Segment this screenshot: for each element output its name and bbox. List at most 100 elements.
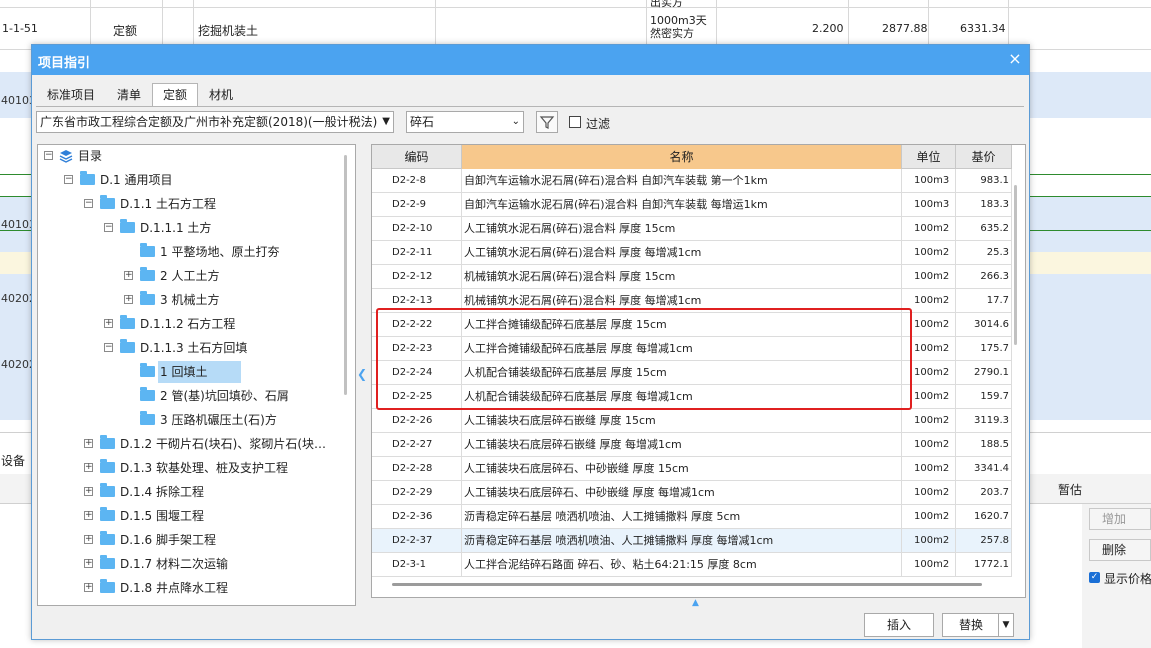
folder-icon <box>100 579 115 593</box>
table-row[interactable]: D2-2-28 人工铺装块石底层碎石、中砂嵌缝 厚度 15cm 100m2 3341.… <box>372 457 1012 481</box>
expand-icon[interactable]: + <box>84 535 93 544</box>
cell-code: D2-2-10 <box>372 217 462 241</box>
cell-name: 沥青稳定碎石基层 喷洒机喷油、人工摊铺撒料 厚度 每增减1cm <box>462 529 902 553</box>
bg-top-row: 出实方 <box>0 0 1151 9</box>
bg-row1-name: 挖掘机装土 <box>198 24 259 38</box>
folder-icon <box>140 267 155 281</box>
cell-name: 人工铺筑水泥石屑(碎石)混合料 厚度 每增减1cm <box>462 241 902 265</box>
tab-quota[interactable]: 定额 <box>152 83 199 107</box>
expand-icon[interactable]: + <box>84 439 93 448</box>
folder-icon <box>100 459 115 473</box>
bg-add-button[interactable]: 增加 <box>1089 508 1151 530</box>
expand-bottom-icon[interactable]: ▲ <box>692 598 699 608</box>
folder-icon <box>120 339 135 353</box>
dialog-titlebar[interactable]: 项目指引 × <box>32 45 1029 75</box>
expand-icon[interactable]: + <box>84 583 93 592</box>
filter-toolbar: 广东省市政工程综合定额及广州市补充定额(2018)(一般计税法) ▼ 碎石 ⌄ … <box>36 111 1024 135</box>
bg-row1-price: 2877.88 <box>882 22 928 35</box>
folder-icon <box>140 243 155 257</box>
collapse-panel-icon[interactable]: ❮ <box>356 367 368 381</box>
table-row[interactable]: D2-2-27 人工铺装块石底层碎石嵌缝 厚度 每增减1cm 100m2 188.5 <box>372 433 1012 457</box>
quota-library-select[interactable]: 广东省市政工程综合定额及广州市补充定额(2018)(一般计税法) ▼ <box>36 111 394 133</box>
expand-icon[interactable]: + <box>84 559 93 568</box>
expand-icon[interactable]: + <box>84 463 93 472</box>
collapse-icon[interactable]: − <box>84 199 93 208</box>
folder-icon <box>100 435 115 449</box>
col-header-price[interactable]: 基价 <box>956 145 1012 169</box>
cell-code: D2-2-22 <box>372 313 462 337</box>
bg-tab-equipment[interactable]: 设备 <box>1 452 25 469</box>
tree-item-label: 2 人工土方 <box>160 269 220 283</box>
table-row[interactable]: D2-2-29 人工铺装块石底层碎石、中砂嵌缝 厚度 每增减1cm 100m2 203… <box>372 481 1012 505</box>
search-keyword-select[interactable]: 碎石 ⌄ <box>406 111 524 133</box>
close-icon[interactable]: × <box>1005 49 1025 69</box>
table-row[interactable]: D2-3-1 人工拌合泥结碎石路面 碎石、砂、粘土64:21:15 厚度 8cm 1… <box>372 553 1012 577</box>
expand-icon[interactable]: + <box>84 511 93 520</box>
table-row[interactable]: D2-2-37 沥青稳定碎石基层 喷洒机喷油、人工摊铺撒料 厚度 每增减1cm 10… <box>372 529 1012 553</box>
cell-unit: 100m2 <box>902 289 956 313</box>
expand-icon[interactable]: + <box>124 271 133 280</box>
cell-price: 983.1 <box>956 169 1012 193</box>
cell-price: 257.8 <box>956 529 1012 553</box>
table-row[interactable]: D2-2-8 自卸汽车运输水泥石屑(碎石)混合料 自卸汽车装载 第一个1km 100… <box>372 169 1012 193</box>
dropdown-arrow-icon: ▼ <box>382 116 390 127</box>
table-row[interactable]: D2-2-23 人工拌合摊铺级配碎石底基层 厚度 每增减1cm 100m2 175.7 <box>372 337 1012 361</box>
layers-icon <box>59 150 73 163</box>
cell-name: 人工铺装块石底层碎石嵌缝 厚度 每增减1cm <box>462 433 902 457</box>
tab-bill[interactable]: 清单 <box>106 83 152 107</box>
expand-icon[interactable]: + <box>124 295 133 304</box>
cell-code: D2-2-37 <box>372 529 462 553</box>
cell-price: 159.7 <box>956 385 1012 409</box>
table-row[interactable]: D2-2-12 机械铺筑水泥石屑(碎石)混合料 厚度 15cm 100m2 266.3 <box>372 265 1012 289</box>
col-header-code[interactable]: 编码 <box>372 145 462 169</box>
col-header-unit[interactable]: 单位 <box>902 145 956 169</box>
expand-icon[interactable]: + <box>84 487 93 496</box>
filter-button[interactable] <box>536 111 558 133</box>
cell-unit: 100m2 <box>902 265 956 289</box>
cell-price: 3014.6 <box>956 313 1012 337</box>
table-row[interactable]: D2-2-25 人机配合铺装级配碎石底基层 厚度 每增减1cm 100m2 159.7 <box>372 385 1012 409</box>
table-row[interactable]: D2-2-11 人工铺筑水泥石屑(碎石)混合料 厚度 每增减1cm 100m2 25.… <box>372 241 1012 265</box>
tree-item-label: D.1.5 围堰工程 <box>120 509 204 523</box>
table-row[interactable]: D2-2-13 机械铺筑水泥石屑(碎石)混合料 厚度 每增减1cm 100m2 17.… <box>372 289 1012 313</box>
cell-unit: 100m2 <box>902 313 956 337</box>
table-row[interactable]: D2-2-22 人工拌合摊铺级配碎石底基层 厚度 15cm 100m2 3014.6 <box>372 313 1012 337</box>
tree-item-label: 1 回填土 <box>158 361 242 383</box>
cell-price: 25.3 <box>956 241 1012 265</box>
cell-code: D2-2-24 <box>372 361 462 385</box>
filter-checkbox[interactable] <box>569 116 581 128</box>
collapse-icon[interactable]: − <box>64 175 73 184</box>
col-header-name[interactable]: 名称 <box>462 145 902 169</box>
table-row[interactable]: D2-2-26 人工铺装块石底层碎石嵌缝 厚度 15cm 100m2 3119.3 <box>372 409 1012 433</box>
insert-button[interactable]: 插入 <box>864 613 934 637</box>
grid-header: 编码 名称 单位 基价 <box>372 145 1012 169</box>
table-row[interactable]: D2-2-10 人工铺筑水泥石屑(碎石)混合料 厚度 15cm 100m2 635.2 <box>372 217 1012 241</box>
cell-code: D2-2-11 <box>372 241 462 265</box>
tree-scrollbar[interactable] <box>344 155 347 395</box>
tab-standard-items[interactable]: 标准项目 <box>36 83 106 107</box>
tree-item-label: D.1.1.1 土方 <box>140 221 212 235</box>
cell-price: 2790.1 <box>956 361 1012 385</box>
cell-unit: 100m2 <box>902 433 956 457</box>
replace-dropdown-icon[interactable]: ▼ <box>998 613 1014 637</box>
cell-name: 人工铺装块石底层碎石嵌缝 厚度 15cm <box>462 409 902 433</box>
replace-button[interactable]: 替换 <box>942 613 1000 637</box>
collapse-icon[interactable]: − <box>44 151 53 160</box>
tree-item-label: D.1.1 土石方工程 <box>120 197 216 211</box>
table-row[interactable]: D2-2-9 自卸汽车运输水泥石屑(碎石)混合料 自卸汽车装载 每增运1km 100… <box>372 193 1012 217</box>
cell-unit: 100m2 <box>902 529 956 553</box>
bg-delete-button[interactable]: 删除 <box>1089 539 1151 561</box>
cell-unit: 100m2 <box>902 481 956 505</box>
grid-horizontal-scrollbar[interactable] <box>392 583 982 586</box>
expand-icon[interactable]: + <box>104 319 113 328</box>
collapse-icon[interactable]: − <box>104 343 113 352</box>
collapse-icon[interactable]: − <box>104 223 113 232</box>
cell-code: D2-2-27 <box>372 433 462 457</box>
table-row[interactable]: D2-2-24 人机配合铺装级配碎石底基层 厚度 15cm 100m2 2790.1 <box>372 361 1012 385</box>
tab-materials[interactable]: 材机 <box>198 83 244 107</box>
table-row[interactable]: D2-2-36 沥青稳定碎石基层 喷洒机喷油、人工摊铺撒料 厚度 5cm 100m2… <box>372 505 1012 529</box>
bg-show-price-checkbox[interactable]: ✓ <box>1089 572 1100 583</box>
folder-icon <box>100 507 115 521</box>
grid-scrollbar[interactable] <box>1014 185 1017 345</box>
tree-item-label: D.1.8 井点降水工程 <box>120 581 228 595</box>
